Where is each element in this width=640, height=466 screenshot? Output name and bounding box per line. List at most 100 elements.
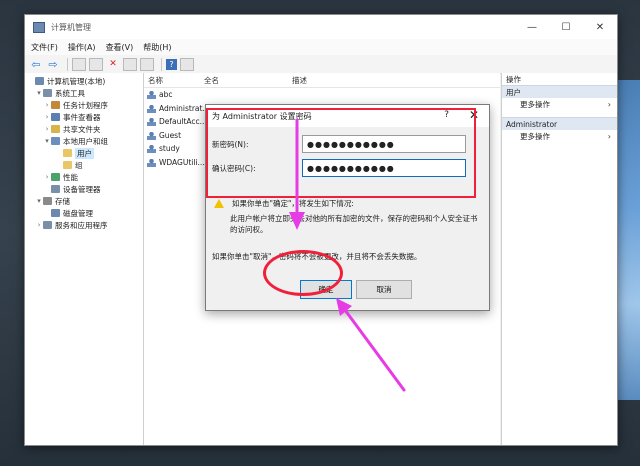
tree-node-icon xyxy=(63,161,72,169)
chevron-right-icon: › xyxy=(607,132,611,141)
dialog-info-text: 此用户帐户将立即失去对他的所有加密的文件，保存的密码和个人安全证书的访问权。 xyxy=(230,214,478,234)
more-actions-label: 更多操作 xyxy=(520,100,550,109)
actions-section-users[interactable]: 用户 xyxy=(502,85,617,98)
warning-text: 如果你单击"确定"，将发生如下情况: xyxy=(232,199,354,208)
tree-item-label: 磁盘管理 xyxy=(63,208,93,218)
tree-item-label: 系统工具 xyxy=(55,88,85,98)
tree-item[interactable]: › 事件查看器 xyxy=(25,111,143,123)
tree-node-icon xyxy=(51,137,60,145)
tree-item-label: 事件查看器 xyxy=(63,112,101,122)
chevron-right-icon[interactable]: › xyxy=(43,113,51,121)
maximize-button[interactable]: ☐ xyxy=(549,15,583,39)
more-actions-administrator[interactable]: 更多操作 › xyxy=(502,130,617,143)
column-fullname[interactable]: 全名 xyxy=(200,75,288,86)
confirm-password-input[interactable]: ●●●●●●●●●●● xyxy=(302,159,466,177)
back-icon[interactable]: ⇦ xyxy=(29,58,43,71)
dialog-close-button[interactable]: ✕ xyxy=(469,108,479,122)
chevron-right-icon[interactable]: › xyxy=(43,101,51,109)
cancel-button[interactable]: 取消 xyxy=(356,280,412,299)
more-actions-users[interactable]: 更多操作 › xyxy=(502,98,617,111)
window-title: 计算机管理 xyxy=(51,22,91,32)
column-name[interactable]: 名称 xyxy=(144,75,200,86)
tree-node-icon xyxy=(51,125,60,133)
tree-item-label: 服务和应用程序 xyxy=(55,220,108,230)
tree-node-icon xyxy=(43,197,52,205)
user-name: WDAGUtili... xyxy=(159,157,205,167)
tree-node-icon xyxy=(51,101,60,109)
tree-item[interactable]: › 共享文件夹 xyxy=(25,123,143,135)
actions-header: 操作 xyxy=(506,74,521,84)
tree-item-label: 性能 xyxy=(63,172,78,182)
new-password-label: 新密码(N): xyxy=(212,139,249,149)
menu-help[interactable]: 帮助(H) xyxy=(143,42,171,53)
tree-node-icon xyxy=(63,149,72,157)
tree-item[interactable]: ▾ 存储 xyxy=(25,195,143,207)
tree-node-icon xyxy=(43,89,52,97)
tree-item[interactable]: 组 xyxy=(25,159,143,171)
computer-management-window: 计算机管理 — ☐ ✕ 文件(F) 操作(A) 查看(V) 帮助(H) ⇦ ⇨ … xyxy=(24,14,618,446)
computer-management-icon xyxy=(33,21,45,33)
user-icon xyxy=(147,103,156,113)
folder-icon[interactable] xyxy=(72,57,86,71)
tree-item-label: 计算机管理(本地) xyxy=(47,76,106,86)
chevron-right-icon[interactable]: › xyxy=(35,221,43,229)
tree-node-icon xyxy=(51,173,60,181)
chevron-down-icon[interactable]: ▾ xyxy=(35,89,43,97)
chevron-down-icon[interactable]: ▾ xyxy=(35,197,43,205)
tree-item[interactable]: 计算机管理(本地) xyxy=(25,75,143,87)
more-actions-label: 更多操作 xyxy=(520,132,550,141)
panel-icon[interactable] xyxy=(180,57,194,71)
menu-action[interactable]: 操作(A) xyxy=(68,42,96,53)
ok-button[interactable]: 确定 xyxy=(300,280,352,299)
tree-item-label: 任务计划程序 xyxy=(63,100,108,110)
tree-item[interactable]: › 性能 xyxy=(25,171,143,183)
menu-bar: 文件(F) 操作(A) 查看(V) 帮助(H) xyxy=(25,39,617,55)
table-row[interactable]: abc xyxy=(144,88,500,102)
column-description[interactable]: 描述 xyxy=(288,75,307,86)
export-icon[interactable] xyxy=(123,57,137,71)
refresh-icon[interactable] xyxy=(140,57,154,71)
tree-item[interactable]: 设备管理器 xyxy=(25,183,143,195)
set-password-dialog: 为 Administrator 设置密码 ? ✕ 新密码(N): ●●●●●●●… xyxy=(205,104,490,311)
tree-item-label: 用户 xyxy=(75,147,94,159)
help-icon[interactable]: ? xyxy=(444,110,449,120)
user-name: DefaultAcc... xyxy=(159,117,207,127)
help-icon[interactable]: ? xyxy=(166,58,177,70)
tree-node-icon xyxy=(51,209,60,217)
chevron-down-icon[interactable]: ▾ xyxy=(43,137,51,145)
tree-node-icon xyxy=(51,185,60,193)
new-password-input[interactable]: ●●●●●●●●●●● xyxy=(302,135,466,153)
confirm-password-label: 确认密码(C): xyxy=(212,163,256,173)
user-icon xyxy=(147,157,156,167)
chevron-right-icon[interactable]: › xyxy=(43,125,51,133)
forward-icon[interactable]: ⇨ xyxy=(46,58,60,71)
chevron-right-icon[interactable]: › xyxy=(43,173,51,181)
tree-item[interactable]: ▾ 系统工具 xyxy=(25,87,143,99)
tree-item[interactable]: › 任务计划程序 xyxy=(25,99,143,111)
actions-section-administrator[interactable]: Administrator xyxy=(502,117,617,130)
menu-file[interactable]: 文件(F) xyxy=(31,42,58,53)
tree-item-label: 组 xyxy=(75,160,83,170)
tree-node-icon xyxy=(51,113,60,121)
warning-row: 如果你单击"确定"，将发生如下情况: xyxy=(214,198,354,209)
tree-item-label: 本地用户和组 xyxy=(63,136,108,146)
navigation-tree: 计算机管理(本地) ▾ 系统工具 › 任务计划程序 › 事件查看器 › 共享文件夹 ▾ 本地用户和组… xyxy=(25,73,144,445)
tree-node-icon xyxy=(43,221,52,229)
toolbar-separator xyxy=(161,57,162,71)
minimize-button[interactable]: — xyxy=(515,15,549,39)
user-icon xyxy=(147,130,156,140)
close-button[interactable]: ✕ xyxy=(583,15,617,39)
tree-item[interactable]: 用户 xyxy=(25,147,143,159)
new-password-row: 新密码(N): ●●●●●●●●●●● xyxy=(212,135,466,153)
user-name: Guest xyxy=(159,130,182,140)
title-bar: 计算机管理 — ☐ ✕ xyxy=(25,15,617,39)
properties-icon[interactable] xyxy=(89,57,103,71)
confirm-password-row: 确认密码(C): ●●●●●●●●●●● xyxy=(212,159,466,177)
tree-item-label: 存储 xyxy=(55,196,70,206)
delete-icon[interactable]: ✕ xyxy=(106,58,120,71)
tree-item[interactable]: 磁盘管理 xyxy=(25,207,143,219)
menu-view[interactable]: 查看(V) xyxy=(106,42,134,53)
tree-item[interactable]: › 服务和应用程序 xyxy=(25,219,143,231)
user-name: Administrat... xyxy=(159,103,209,113)
tree-item[interactable]: ▾ 本地用户和组 xyxy=(25,135,143,147)
